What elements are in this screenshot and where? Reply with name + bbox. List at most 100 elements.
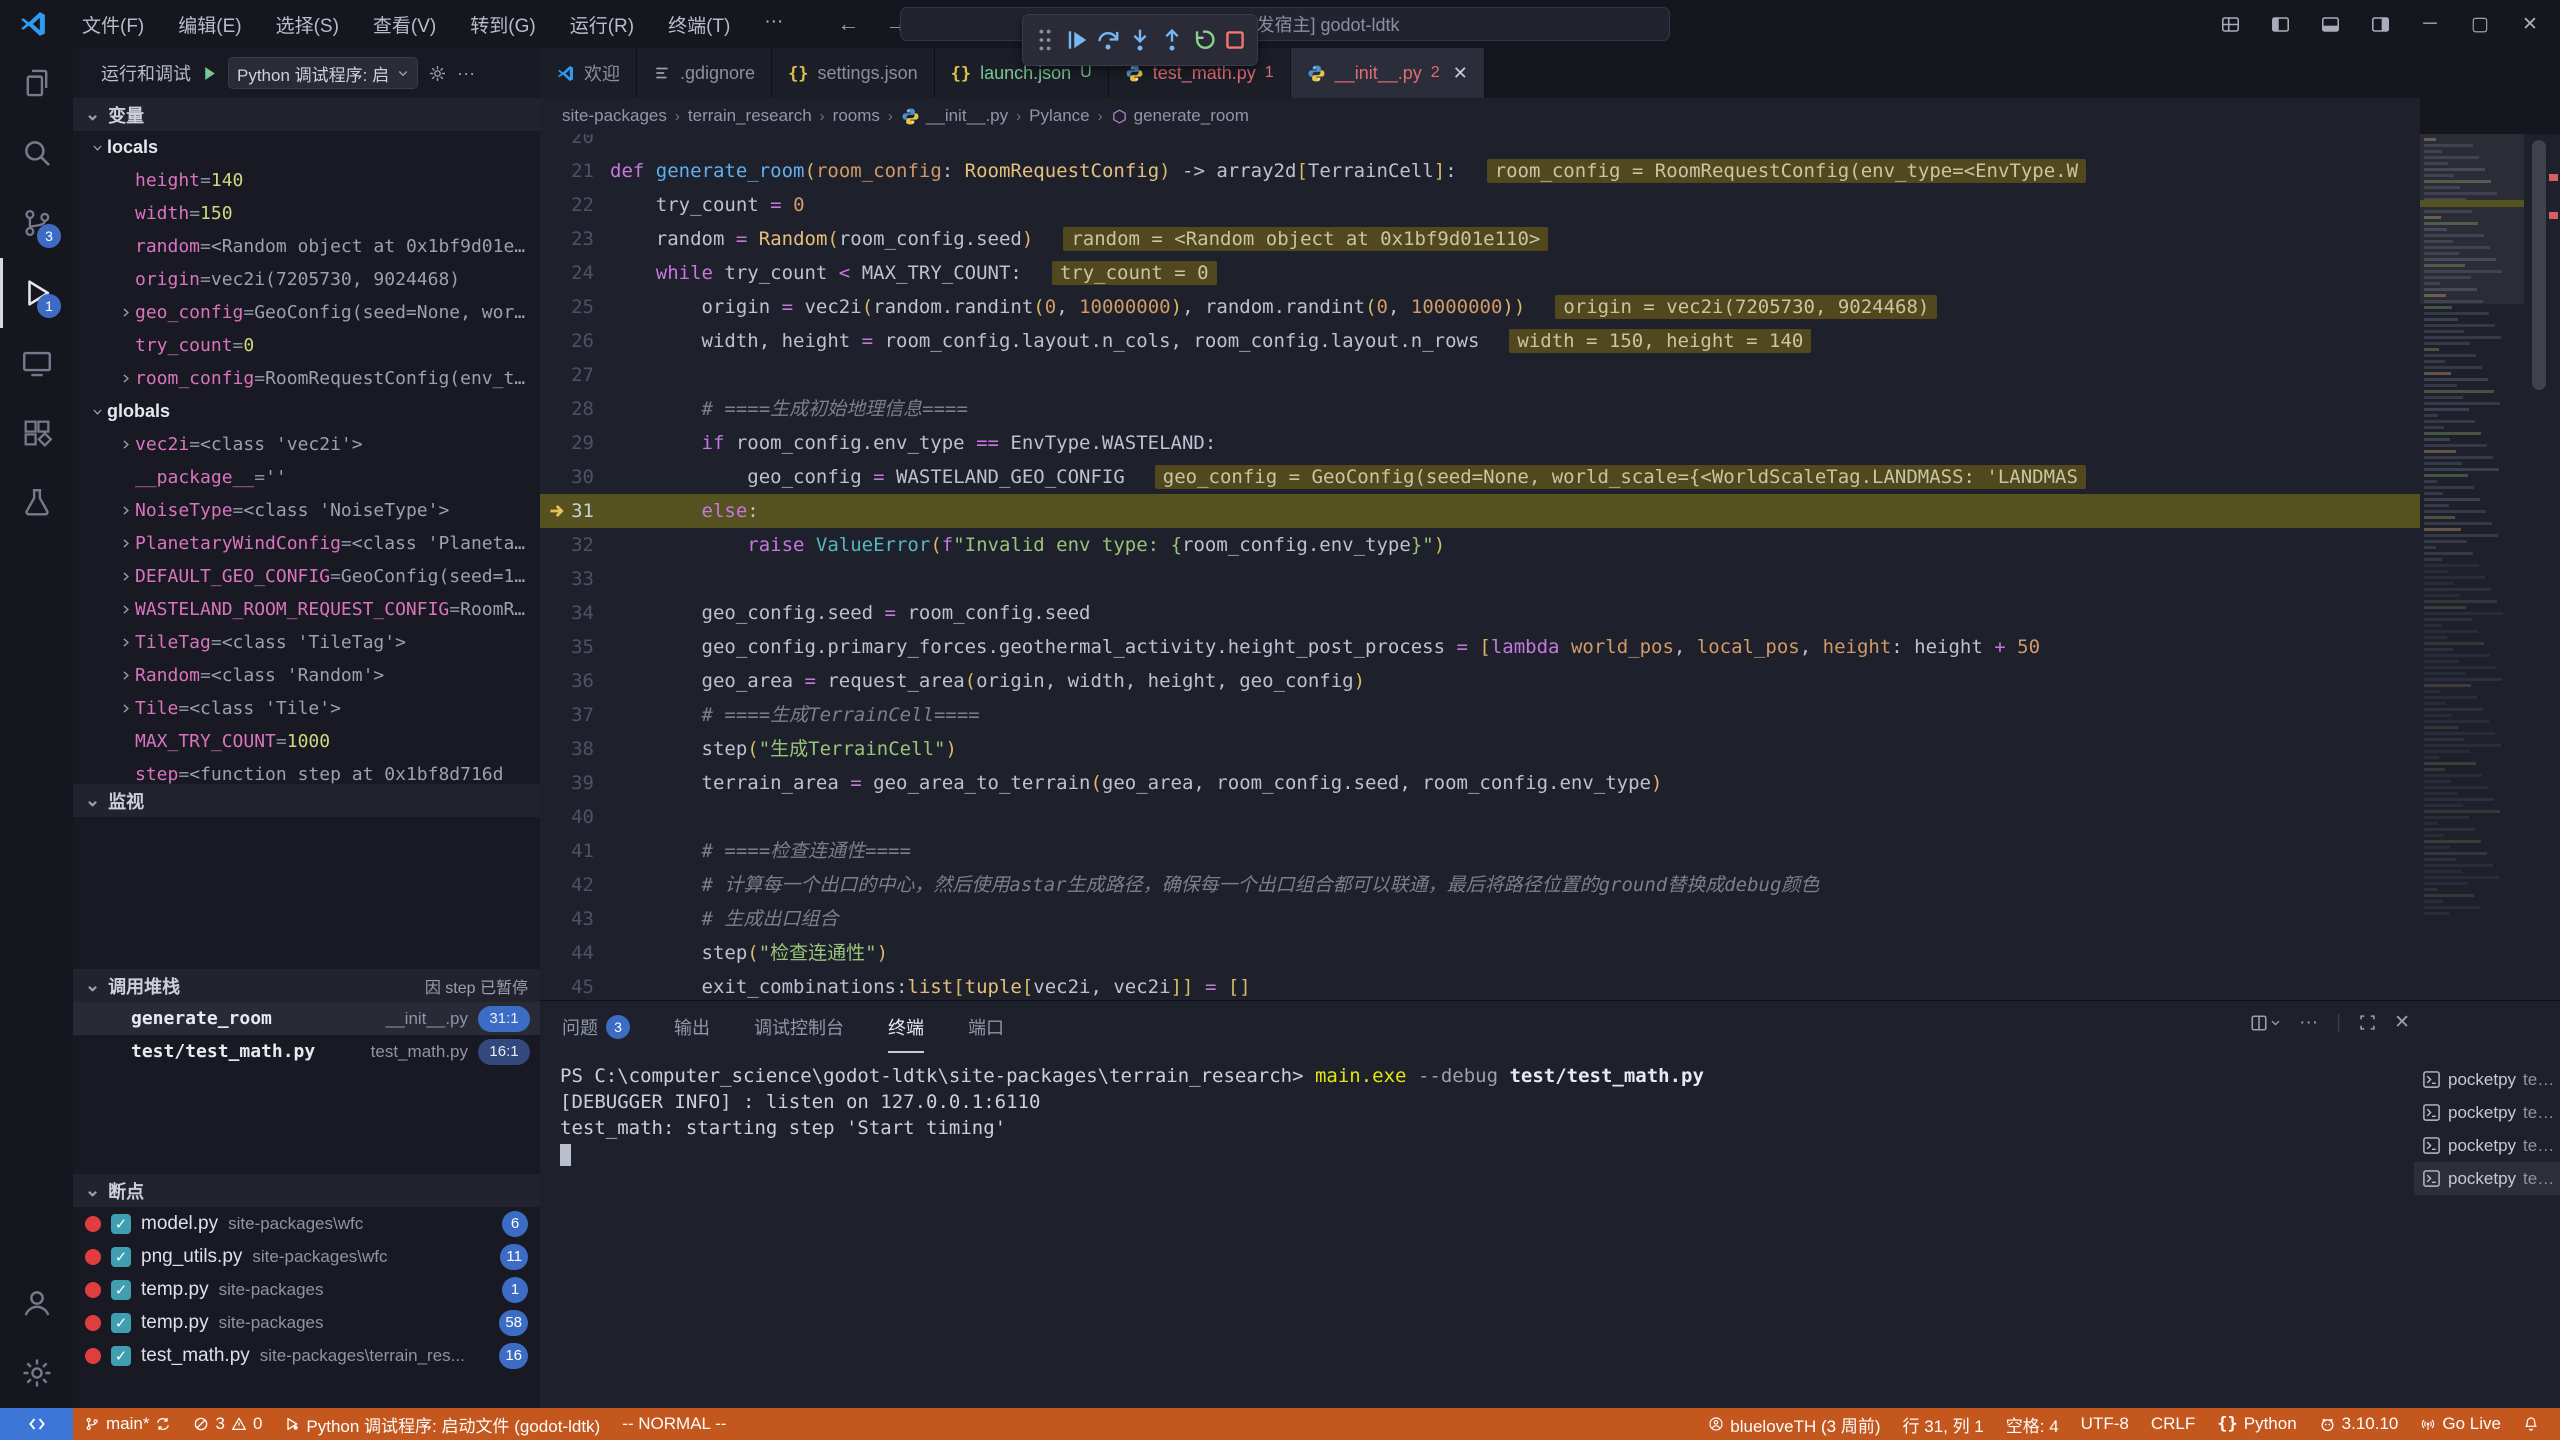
split-terminal-icon[interactable] <box>2250 1014 2281 1032</box>
terminal-list-item[interactable]: pocketpyte… <box>2414 1129 2560 1162</box>
step-over-icon[interactable] <box>1094 22 1122 58</box>
code-line-24[interactable]: 24 while try_count < MAX_TRY_COUNT:try_c… <box>540 256 2420 290</box>
breakpoints-header[interactable]: ⌄ 断点 <box>73 1174 540 1207</box>
code-line-21[interactable]: 21def generate_room(room_config: RoomReq… <box>540 154 2420 188</box>
status--NORMAL-[interactable]: -- NORMAL -- <box>611 1408 737 1440</box>
variable-row[interactable]: geo_config = GeoConfig(seed=None, wor… <box>73 296 540 329</box>
watch-header[interactable]: ⌄ 监视 <box>73 784 540 817</box>
variable-row[interactable]: NoiseType = <class 'NoiseType'> <box>73 494 540 527</box>
variable-row[interactable]: width = 150 <box>73 197 540 230</box>
tab-settings.json[interactable]: {}settings.json <box>772 48 935 98</box>
code-line-33[interactable]: 33 <box>540 562 2420 596</box>
status-3[interactable]: 30 <box>182 1408 273 1440</box>
breadcrumb-item[interactable]: rooms <box>833 106 880 126</box>
continue-icon[interactable] <box>1063 22 1091 58</box>
variable-row[interactable]: locals <box>73 131 540 164</box>
more-actions-icon[interactable]: ··· <box>457 63 475 84</box>
breakpoint-row[interactable]: ✓test_math.pysite-packages\terrain_res..… <box>73 1339 540 1372</box>
breakpoint-checkbox[interactable]: ✓ <box>111 1247 131 1267</box>
status-空格-4[interactable]: 空格: 4 <box>1995 1408 2070 1440</box>
code-line-37[interactable]: 37 # ====生成TerrainCell==== <box>540 698 2420 732</box>
tab-__init__.py[interactable]: __init__.py2✕ <box>1291 48 1485 98</box>
menu-item-2[interactable]: 选择(S) <box>262 7 353 42</box>
status-bell[interactable] <box>2512 1408 2550 1440</box>
variable-row[interactable]: globals <box>73 395 540 428</box>
variable-row[interactable]: PlanetaryWindConfig = <class 'Planeta… <box>73 527 540 560</box>
toggle-secondary-sidebar-icon[interactable] <box>2358 4 2402 44</box>
variable-row[interactable]: try_count = 0 <box>73 329 540 362</box>
variable-row[interactable]: height = 140 <box>73 164 540 197</box>
status-CRLF[interactable]: CRLF <box>2140 1408 2206 1440</box>
code-line-26[interactable]: 26 width, height = room_config.layout.n_… <box>540 324 2420 358</box>
panel-tab-调试控制台[interactable]: 调试控制台 <box>754 1001 844 1053</box>
close-button[interactable]: ✕ <box>2508 4 2552 44</box>
status-Go-Live[interactable]: Go Live <box>2409 1408 2512 1440</box>
toggle-sidebar-icon[interactable] <box>2258 4 2302 44</box>
code-line-39[interactable]: 39 terrain_area = geo_area_to_terrain(ge… <box>540 766 2420 800</box>
tab-.gdignore[interactable]: .gdignore <box>637 48 772 98</box>
code-line-44[interactable]: 44 step("检查连通性") <box>540 936 2420 970</box>
stack-frame[interactable]: generate_room__init__.py31:1 <box>73 1002 540 1035</box>
code-line-31[interactable]: 31 else: <box>540 494 2420 528</box>
variables-header[interactable]: ⌄ 变量 <box>73 98 540 131</box>
breadcrumb-item[interactable]: __init__.py <box>901 106 1008 126</box>
variable-row[interactable]: vec2i = <class 'vec2i'> <box>73 428 540 461</box>
panel-tab-输出[interactable]: 输出 <box>674 1001 710 1053</box>
variable-row[interactable]: random = <Random object at 0x1bf9d01e… <box>73 230 540 263</box>
panel-tab-问题[interactable]: 问题3 <box>562 1001 630 1053</box>
breakpoint-row[interactable]: ✓png_utils.pysite-packages\wfc11 <box>73 1240 540 1273</box>
call-stack-header[interactable]: ⌄ 调用堆栈 因 step 已暂停 <box>73 969 540 1002</box>
breadcrumb-item[interactable]: generate_room <box>1111 106 1249 126</box>
stop-icon[interactable] <box>1221 22 1249 58</box>
toggle-panel-icon[interactable] <box>2308 4 2352 44</box>
breakpoint-row[interactable]: ✓temp.pysite-packages1 <box>73 1273 540 1306</box>
code-line-41[interactable]: 41 # ====检查连通性==== <box>540 834 2420 868</box>
activity-extensions[interactable] <box>0 398 73 468</box>
code-line-22[interactable]: 22 try_count = 0 <box>540 188 2420 222</box>
code-editor[interactable]: 2021def generate_room(room_config: RoomR… <box>540 134 2420 1000</box>
activity-account[interactable] <box>0 1268 73 1338</box>
status-Python-调试程序-启动文件-godot-l[interactable]: Python 调试程序: 启动文件 (godot-ldtk) <box>273 1408 611 1440</box>
variable-row[interactable]: Random = <class 'Random'> <box>73 659 540 692</box>
code-line-27[interactable]: 27 <box>540 358 2420 392</box>
terminal-list-item[interactable]: pocketpyte… <box>2414 1063 2560 1096</box>
terminal-output[interactable]: PS C:\computer_science\godot-ldtk\site-p… <box>560 1063 2410 1393</box>
activity-run-and-debug[interactable]: 1 <box>0 258 73 328</box>
breadcrumb-item[interactable]: site-packages <box>562 106 667 126</box>
customize-layout-icon[interactable] <box>2208 4 2252 44</box>
command-center-search[interactable]: [扩展开发宿主] godot-ldtk <box>900 7 1670 41</box>
minimize-button[interactable]: ─ <box>2408 4 2452 44</box>
activity-source-control[interactable]: 3 <box>0 188 73 258</box>
tab-close-icon[interactable]: ✕ <box>1453 63 1468 84</box>
breakpoint-row[interactable]: ✓temp.pysite-packages58 <box>73 1306 540 1339</box>
menu-item-1[interactable]: 编辑(E) <box>164 7 255 42</box>
code-line-20[interactable]: 20 <box>540 134 2420 154</box>
menu-item-6[interactable]: 终端(T) <box>654 7 744 42</box>
breadcrumb-item[interactable]: Pylance <box>1029 106 1089 126</box>
code-line-23[interactable]: 23 random = Random(room_config.seed)rand… <box>540 222 2420 256</box>
step-out-icon[interactable] <box>1158 22 1186 58</box>
variable-row[interactable]: DEFAULT_GEO_CONFIG = GeoConfig(seed=1… <box>73 560 540 593</box>
variable-row[interactable]: MAX_TRY_COUNT = 1000 <box>73 725 540 758</box>
breakpoint-checkbox[interactable]: ✓ <box>111 1313 131 1333</box>
breadcrumb-item[interactable]: terrain_research <box>688 106 812 126</box>
status-Python[interactable]: {}Python <box>2206 1408 2307 1440</box>
terminal-list-item[interactable]: pocketpyte… <box>2414 1162 2560 1195</box>
launch-config-select[interactable]: Python 调试程序: 启 <box>228 57 418 89</box>
status-UTF-8[interactable]: UTF-8 <box>2070 1408 2140 1440</box>
tab-[interactable]: 欢迎 <box>540 48 637 98</box>
gear-icon[interactable] <box>428 64 447 83</box>
debug-start-icon[interactable] <box>201 65 218 82</box>
activity-settings[interactable] <box>0 1338 73 1408</box>
variable-row[interactable]: __package__ = '' <box>73 461 540 494</box>
activity-search[interactable] <box>0 118 73 188</box>
variable-row[interactable]: Tile = <class 'Tile'> <box>73 692 540 725</box>
maximize-panel-icon[interactable] <box>2359 1014 2376 1031</box>
panel-more-actions-icon[interactable]: ··· <box>2299 1012 2318 1034</box>
code-line-25[interactable]: 25 origin = vec2i(random.randint(0, 1000… <box>540 290 2420 324</box>
scrollbar-thumb[interactable] <box>2532 140 2546 390</box>
status-3-10-10[interactable]: 3.10.10 <box>2308 1408 2410 1440</box>
maximize-button[interactable]: ▢ <box>2458 4 2502 44</box>
code-line-28[interactable]: 28 # ====生成初始地理信息==== <box>540 392 2420 426</box>
code-line-29[interactable]: 29 if room_config.env_type == EnvType.WA… <box>540 426 2420 460</box>
